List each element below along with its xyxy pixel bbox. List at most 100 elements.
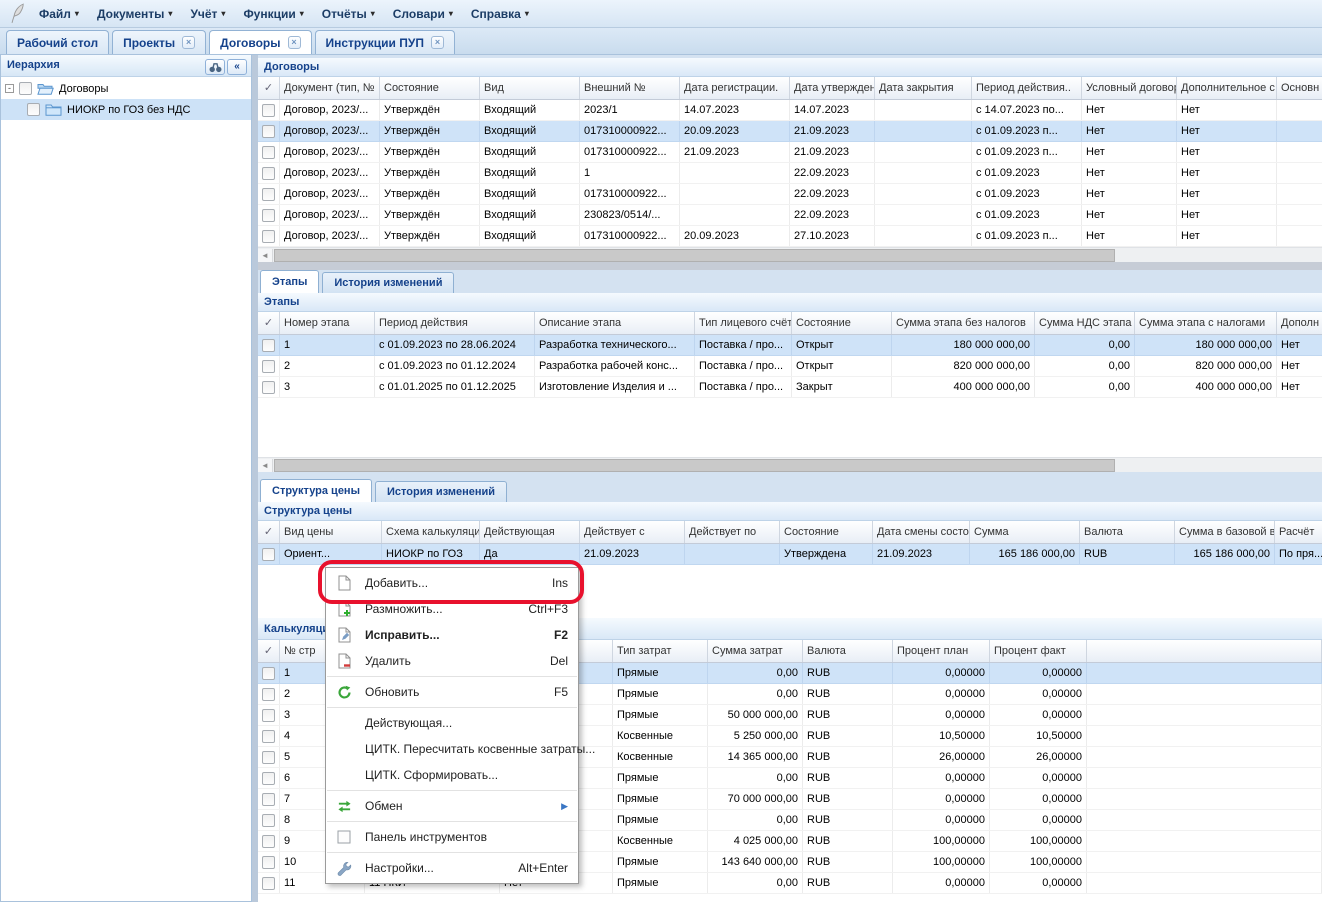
select-all-column-header[interactable]: ✓ — [258, 521, 280, 543]
main-tab-Рабочий стол[interactable]: Рабочий стол — [6, 30, 109, 54]
row-checkbox[interactable] — [262, 339, 275, 352]
column-header-Сумма в базовой в[interactable]: Сумма в базовой в — [1175, 521, 1275, 543]
row-checkbox[interactable] — [262, 751, 275, 764]
horizontal-splitter[interactable] — [258, 262, 1322, 270]
table-row[interactable]: Договор, 2023/...УтверждёнВходящий017310… — [258, 226, 1322, 247]
row-checkbox[interactable] — [262, 730, 275, 743]
tab-close-icon[interactable]: × — [431, 36, 444, 49]
column-header-Условный договор[interactable]: Условный договор — [1082, 77, 1177, 99]
row-checkbox[interactable] — [262, 188, 275, 201]
row-checkbox[interactable] — [262, 709, 275, 722]
row-checkbox[interactable] — [262, 877, 275, 890]
context-menu-item-exchange[interactable]: Обмен▶ — [326, 793, 578, 819]
column-header-Тип лицевого счёт[interactable]: Тип лицевого счёт — [695, 312, 792, 334]
column-header-Дата закрытия[interactable]: Дата закрытия — [875, 77, 972, 99]
tree-node-Договоры[interactable]: -Договоры — [1, 78, 251, 99]
scrollbar-thumb[interactable] — [274, 459, 1115, 472]
tree-node-НИОКР по ГОЗ без НДС[interactable]: НИОКР по ГОЗ без НДС — [1, 99, 251, 120]
context-menu-item-duplicate[interactable]: Размножить...Ctrl+F3 — [326, 596, 578, 622]
menubar-item-Справка[interactable]: Справка▾ — [462, 3, 538, 25]
context-menu-item-refresh[interactable]: ОбновитьF5 — [326, 679, 578, 705]
row-checkbox[interactable] — [262, 104, 275, 117]
table-row[interactable]: Договор, 2023/...УтверждёнВходящий017310… — [258, 121, 1322, 142]
select-all-column-header[interactable]: ✓ — [258, 77, 280, 99]
main-tab-Проекты[interactable]: Проекты× — [112, 30, 206, 54]
row-checkbox[interactable] — [262, 814, 275, 827]
context-menu-item-citk-form[interactable]: ЦИТК. Сформировать... — [326, 762, 578, 788]
column-header-Процент факт[interactable]: Процент факт — [990, 640, 1087, 662]
scroll-left-arrow-icon[interactable]: ◄ — [258, 459, 273, 472]
tab-close-icon[interactable]: × — [182, 36, 195, 49]
subtab-Структура цены[interactable]: Структура цены — [260, 479, 372, 502]
row-checkbox[interactable] — [262, 360, 275, 373]
subtab-История изменений[interactable]: История изменений — [375, 481, 507, 502]
row-checkbox[interactable] — [262, 209, 275, 222]
menubar-item-Отчёты[interactable]: Отчёты▾ — [313, 3, 384, 25]
row-checkbox[interactable] — [262, 548, 275, 561]
table-row[interactable]: Договор, 2023/...УтверждёнВходящий2023/1… — [258, 100, 1322, 121]
table-row[interactable]: 3с 01.01.2025 по 01.12.2025Изготовление … — [258, 377, 1322, 398]
subtab-Этапы[interactable]: Этапы — [260, 270, 319, 293]
column-header-Действует с[interactable]: Действует с — [580, 521, 685, 543]
menubar-item-Функции[interactable]: Функции▾ — [234, 3, 312, 25]
column-header-Тип затрат[interactable]: Тип затрат — [613, 640, 708, 662]
column-header-Период действия[interactable]: Период действия — [375, 312, 535, 334]
column-header-Сумма этапа без налогов[interactable]: Сумма этапа без налогов — [892, 312, 1035, 334]
tab-close-icon[interactable]: × — [288, 36, 301, 49]
scrollbar-thumb[interactable] — [274, 249, 1115, 262]
select-all-column-header[interactable]: ✓ — [258, 312, 280, 334]
column-header-Сумма затрат[interactable]: Сумма затрат — [708, 640, 803, 662]
column-header-Валюта[interactable]: Валюта — [1080, 521, 1175, 543]
row-checkbox[interactable] — [262, 835, 275, 848]
column-header-Дата смены состоя[interactable]: Дата смены состоя — [873, 521, 970, 543]
table-row[interactable]: Договор, 2023/...УтверждёнВходящий017310… — [258, 142, 1322, 163]
column-header-Описание этапа[interactable]: Описание этапа — [535, 312, 695, 334]
menubar-item-Документы[interactable]: Документы▾ — [88, 3, 182, 25]
column-header-Основн[interactable]: Основн — [1277, 77, 1322, 99]
column-header-Дата утверждения[interactable]: Дата утверждения — [790, 77, 875, 99]
hierarchy-collapse-button[interactable]: « — [227, 59, 247, 75]
column-header-Внешний №[interactable]: Внешний № — [580, 77, 680, 99]
stages-hscrollbar[interactable]: ◄ — [258, 457, 1322, 472]
column-header-Расчёт[interactable]: Расчёт — [1275, 521, 1322, 543]
column-header-Дата регистрации.[interactable]: Дата регистрации. — [680, 77, 790, 99]
context-menu-item-citk-recalc[interactable]: ЦИТК. Пересчитать косвенные затраты... — [326, 736, 578, 762]
row-checkbox[interactable] — [262, 167, 275, 180]
context-menu-item-add[interactable]: Добавить...Ins — [326, 570, 578, 596]
menubar-item-Словари[interactable]: Словари▾ — [384, 3, 462, 25]
row-checkbox[interactable] — [262, 688, 275, 701]
column-header-Сумма этапа с налогами[interactable]: Сумма этапа с налогами — [1135, 312, 1277, 334]
tree-node-checkbox[interactable] — [19, 82, 32, 95]
table-row[interactable]: Договор, 2023/...УтверждёнВходящий017310… — [258, 184, 1322, 205]
column-header-Состояние[interactable]: Состояние — [792, 312, 892, 334]
column-header-Процент план[interactable]: Процент план — [893, 640, 990, 662]
column-header-Документ (тип, №[interactable]: Документ (тип, № — [280, 77, 380, 99]
column-header-Период действия..[interactable]: Период действия.. — [972, 77, 1082, 99]
table-row[interactable]: Договор, 2023/...УтверждёнВходящий230823… — [258, 205, 1322, 226]
table-row[interactable]: Договор, 2023/...УтверждёнВходящий122.09… — [258, 163, 1322, 184]
row-checkbox[interactable] — [262, 125, 275, 138]
column-header-Состояние[interactable]: Состояние — [380, 77, 480, 99]
column-header-Дополнительное с[interactable]: Дополнительное с — [1177, 77, 1277, 99]
table-row[interactable]: 1с 01.09.2023 по 28.06.2024Разработка те… — [258, 335, 1322, 356]
scroll-left-arrow-icon[interactable]: ◄ — [258, 249, 273, 262]
context-menu-item-toolbar-panel[interactable]: Панель инструментов — [326, 824, 578, 850]
tree-expander-icon[interactable]: - — [5, 84, 14, 93]
tree-node-checkbox[interactable] — [27, 103, 40, 116]
row-checkbox[interactable] — [262, 381, 275, 394]
row-checkbox[interactable] — [262, 146, 275, 159]
column-header-Схема калькуляци[interactable]: Схема калькуляци — [382, 521, 480, 543]
row-checkbox[interactable] — [262, 793, 275, 806]
context-menu-item-delete[interactable]: УдалитьDel — [326, 648, 578, 674]
row-checkbox[interactable] — [262, 230, 275, 243]
column-header-Сумма НДС этапа[interactable]: Сумма НДС этапа — [1035, 312, 1135, 334]
column-header-blank[interactable] — [1087, 640, 1322, 662]
column-header-Сумма[interactable]: Сумма — [970, 521, 1080, 543]
main-tab-Инструкции ПУП[interactable]: Инструкции ПУП× — [315, 30, 455, 54]
context-menu-item-edit[interactable]: Исправить...F2 — [326, 622, 578, 648]
column-header-Действует по[interactable]: Действует по — [685, 521, 780, 543]
row-checkbox[interactable] — [262, 856, 275, 869]
main-tab-Договоры[interactable]: Договоры× — [209, 30, 311, 54]
column-header-Состояние[interactable]: Состояние — [780, 521, 873, 543]
contracts-hscrollbar[interactable]: ◄ — [258, 247, 1322, 262]
